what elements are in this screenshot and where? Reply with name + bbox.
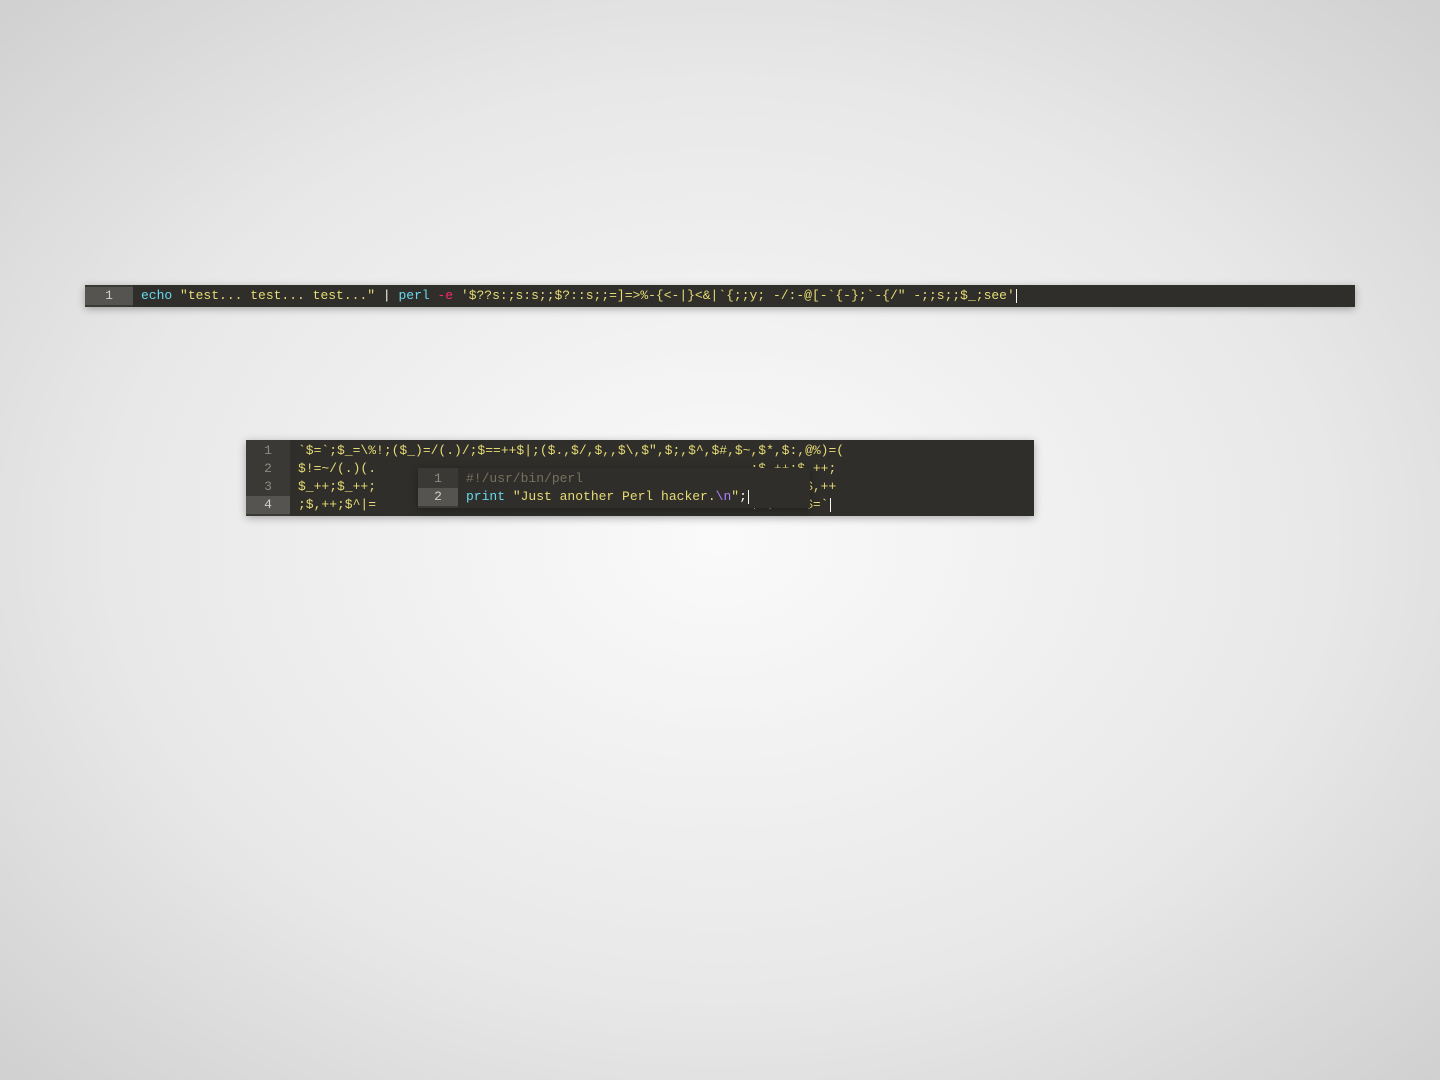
code-line: #!/usr/bin/perl (466, 470, 802, 488)
text-cursor (748, 490, 749, 504)
code-token: "Just another Perl hacker. (513, 489, 716, 504)
code-token: "test... test... test..." (180, 288, 375, 303)
code-area[interactable]: #!/usr/bin/perl print "Just another Perl … (458, 468, 810, 508)
code-block-perl-japh: 12 #!/usr/bin/perl print "Just another Pe… (418, 468, 810, 508)
code-token: ; (739, 489, 747, 504)
line-number: 4 (246, 496, 290, 514)
code-line: `$=`;$_=\%!;($_)=/(.)/;$==++$|;($.,$/,$,… (298, 442, 1026, 460)
line-number: 2 (418, 488, 458, 506)
code-token: " (731, 489, 739, 504)
code-token: -e (437, 288, 460, 303)
line-number: 1 (246, 442, 290, 460)
code-line: echo "test... test... test..." | perl -e… (141, 287, 1347, 305)
line-gutter: 1234 (246, 440, 290, 516)
code-area[interactable]: echo "test... test... test..." | perl -e… (133, 285, 1355, 307)
line-number: 3 (246, 478, 290, 496)
line-gutter: 12 (418, 468, 458, 508)
code-token: perl (398, 288, 437, 303)
line-gutter: 1 (85, 285, 133, 307)
code-block-shell: 1 echo "test... test... test..." | perl … (85, 285, 1355, 307)
code-token: \n (716, 489, 732, 504)
code-token: echo (141, 288, 180, 303)
line-number: 1 (85, 287, 133, 305)
code-token: | (375, 288, 398, 303)
text-cursor (830, 498, 831, 512)
code-token: '$??s:;s:s;;$?::s;;=]=>%-{<-|}<&|`{;;y; … (461, 288, 1015, 303)
code-token: `$=`;$_=\%!;($_)=/(.)/;$==++$|;($.,$/,$,… (298, 443, 844, 458)
line-number: 1 (418, 470, 458, 488)
code-line: print "Just another Perl hacker.\n"; (466, 488, 802, 506)
text-cursor (1016, 289, 1017, 303)
code-token: print (466, 489, 513, 504)
line-number: 2 (246, 460, 290, 478)
code-token: #!/usr/bin/perl (466, 471, 583, 486)
